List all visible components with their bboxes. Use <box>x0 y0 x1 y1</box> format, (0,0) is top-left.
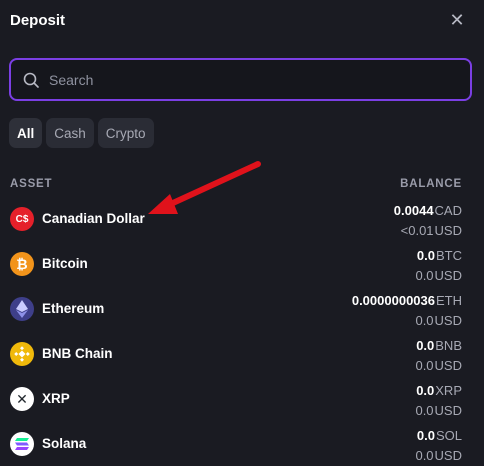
xrp-icon: ✕ <box>10 387 34 411</box>
asset-balance: 0.0BNB <box>416 338 462 353</box>
filter-all[interactable]: All <box>9 118 43 148</box>
asset-column-header: ASSET <box>10 178 53 190</box>
asset-balance: 0.0044CAD <box>393 203 462 218</box>
canadian-dollar-icon: C$ <box>10 207 34 231</box>
filter-crypto[interactable]: Crypto <box>97 118 154 148</box>
balance-column-header: BALANCE <box>400 178 462 190</box>
bnb-chain-icon <box>10 342 34 366</box>
dialog-title: Deposit <box>10 11 66 29</box>
asset-row-solana[interactable]: Solana 0.0SOL 0.0USD <box>0 421 484 466</box>
filter-chips: All Cash Crypto <box>9 118 154 148</box>
asset-balance: 0.0SOL <box>416 428 462 443</box>
asset-row-bitcoin[interactable]: ₿ Bitcoin 0.0BTC 0.0USD <box>0 241 484 286</box>
asset-balance: 0.0BTC <box>416 248 462 263</box>
asset-row-bnb-chain[interactable]: BNB Chain 0.0BNB 0.0USD <box>0 331 484 376</box>
asset-name: XRP <box>42 391 70 406</box>
search-input[interactable] <box>49 71 429 88</box>
asset-name: Solana <box>42 436 87 451</box>
asset-balance: 0.0XRP <box>416 383 462 398</box>
asset-usd-value: 0.0USD <box>415 403 462 418</box>
asset-name: Ethereum <box>42 301 105 316</box>
filter-cash[interactable]: Cash <box>46 118 94 148</box>
asset-name: Bitcoin <box>42 256 88 271</box>
search-icon <box>23 72 39 88</box>
asset-list: C$ Canadian Dollar 0.0044CAD <0.01USD ₿ … <box>0 196 484 466</box>
asset-usd-value: 0.0USD <box>415 313 462 328</box>
asset-row-xrp[interactable]: ✕ XRP 0.0XRP 0.0USD <box>0 376 484 421</box>
asset-balance: 0.0000000036ETH <box>351 293 462 308</box>
asset-name: BNB Chain <box>42 346 113 361</box>
asset-usd-value: 0.0USD <box>415 448 462 463</box>
asset-row-canadian-dollar[interactable]: C$ Canadian Dollar 0.0044CAD <0.01USD <box>0 196 484 241</box>
asset-usd-value: <0.01USD <box>400 223 462 238</box>
search-box[interactable] <box>9 58 472 101</box>
asset-name: Canadian Dollar <box>42 211 145 226</box>
ethereum-icon <box>10 297 34 321</box>
asset-row-ethereum[interactable]: Ethereum 0.0000000036ETH 0.0USD <box>0 286 484 331</box>
dialog-header: Deposit ✕ <box>10 8 474 32</box>
close-icon[interactable]: ✕ <box>446 9 468 31</box>
asset-usd-value: 0.0USD <box>415 268 462 283</box>
solana-icon <box>10 432 34 456</box>
asset-usd-value: 0.0USD <box>415 358 462 373</box>
bitcoin-icon: ₿ <box>10 252 34 276</box>
